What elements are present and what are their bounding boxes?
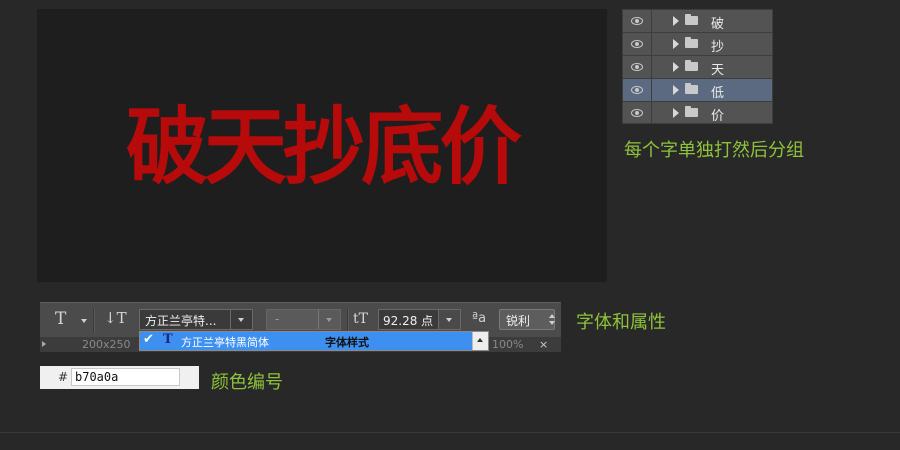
- antialias-icon: ªa: [472, 311, 487, 326]
- layer-group-row[interactable]: 价: [623, 102, 772, 125]
- visibility-eye-icon[interactable]: [623, 56, 652, 78]
- visibility-eye-icon[interactable]: [623, 33, 652, 55]
- font-family-dropdown-list: ✔ T 方正兰亭特黑简体 字体样式: [139, 331, 489, 351]
- expand-arrow-icon[interactable]: [673, 39, 679, 49]
- layer-group-row[interactable]: 天: [623, 56, 772, 79]
- folder-icon: [685, 14, 698, 25]
- font-option-name: 方正兰亭特黑简体: [181, 336, 269, 349]
- color-hex-panel: # b70a0a: [40, 366, 199, 389]
- layers-annotation: 每个字单独打然后分组: [624, 140, 804, 161]
- font-option-selected[interactable]: ✔ T 方正兰亭特黑简体 字体样式: [140, 332, 473, 350]
- expand-arrow-icon[interactable]: [673, 85, 679, 95]
- font-size-icon: tT: [353, 311, 368, 327]
- folder-icon: [685, 60, 698, 71]
- visibility-eye-icon[interactable]: [623, 79, 652, 101]
- expand-arrow-icon[interactable]: [673, 108, 679, 118]
- document-canvas[interactable]: 破天抄底价: [37, 9, 607, 282]
- toolbar-annotation: 字体和属性: [576, 312, 666, 333]
- hash-label: #: [58, 370, 69, 384]
- layer-name: 破: [711, 17, 725, 32]
- font-family-value: 方正兰亭特...: [145, 314, 217, 328]
- folder-icon: [685, 83, 698, 94]
- truetype-font-icon: T: [163, 332, 173, 347]
- expand-arrow-icon[interactable]: [673, 62, 679, 72]
- layer-name: 价: [711, 109, 725, 124]
- layer-group-row[interactable]: 抄: [623, 33, 772, 56]
- folder-icon: [685, 106, 698, 117]
- layer-name: 低: [711, 86, 725, 101]
- chevron-down-icon[interactable]: [81, 319, 87, 323]
- font-family-dropdown-button[interactable]: [230, 310, 252, 329]
- font-style-value: -: [275, 312, 280, 326]
- close-icon[interactable]: ×: [539, 338, 548, 351]
- scroll-left-icon[interactable]: [42, 341, 46, 347]
- color-annotation: 颜色编号: [211, 372, 283, 393]
- canvas-headline: 破天抄底价: [125, 98, 522, 196]
- type-tool-icon[interactable]: T: [55, 309, 66, 329]
- font-family-select[interactable]: 方正兰亭特...: [139, 309, 253, 330]
- checkmark-icon: ✔: [143, 332, 154, 347]
- scroll-up-icon[interactable]: [472, 332, 488, 350]
- chevron-down-icon: [326, 318, 332, 322]
- layer-name: 天: [711, 63, 725, 78]
- bottom-divider: [0, 432, 900, 433]
- font-size-field[interactable]: 92.28 点: [378, 309, 461, 330]
- layers-panel: 破 抄 天 低 价: [622, 9, 773, 124]
- font-size-value: 92.28 点: [383, 314, 434, 328]
- font-option-sample: 字体样式: [325, 336, 369, 349]
- divider: [93, 309, 95, 333]
- layer-group-row[interactable]: 破: [623, 10, 772, 33]
- font-style-select[interactable]: -: [266, 309, 341, 330]
- font-style-dropdown-button[interactable]: [318, 310, 340, 329]
- chevron-down-icon: [238, 318, 244, 322]
- divider: [347, 309, 349, 333]
- antialias-select[interactable]: 锐利: [499, 309, 555, 330]
- expand-arrow-icon[interactable]: [673, 16, 679, 26]
- layer-name: 抄: [711, 40, 725, 55]
- zoom-level: 100%: [492, 338, 524, 351]
- document-size: 200x250: [82, 338, 131, 351]
- visibility-eye-icon[interactable]: [623, 10, 652, 32]
- hex-color-input[interactable]: b70a0a: [71, 368, 180, 386]
- text-orientation-icon[interactable]: ↓T: [104, 309, 127, 327]
- layer-group-row-selected[interactable]: 低: [623, 79, 772, 102]
- visibility-eye-icon[interactable]: [623, 102, 652, 124]
- chevron-down-icon: [446, 318, 452, 322]
- folder-icon: [685, 37, 698, 48]
- font-size-dropdown-button[interactable]: [438, 310, 460, 329]
- antialias-value: 锐利: [506, 314, 531, 328]
